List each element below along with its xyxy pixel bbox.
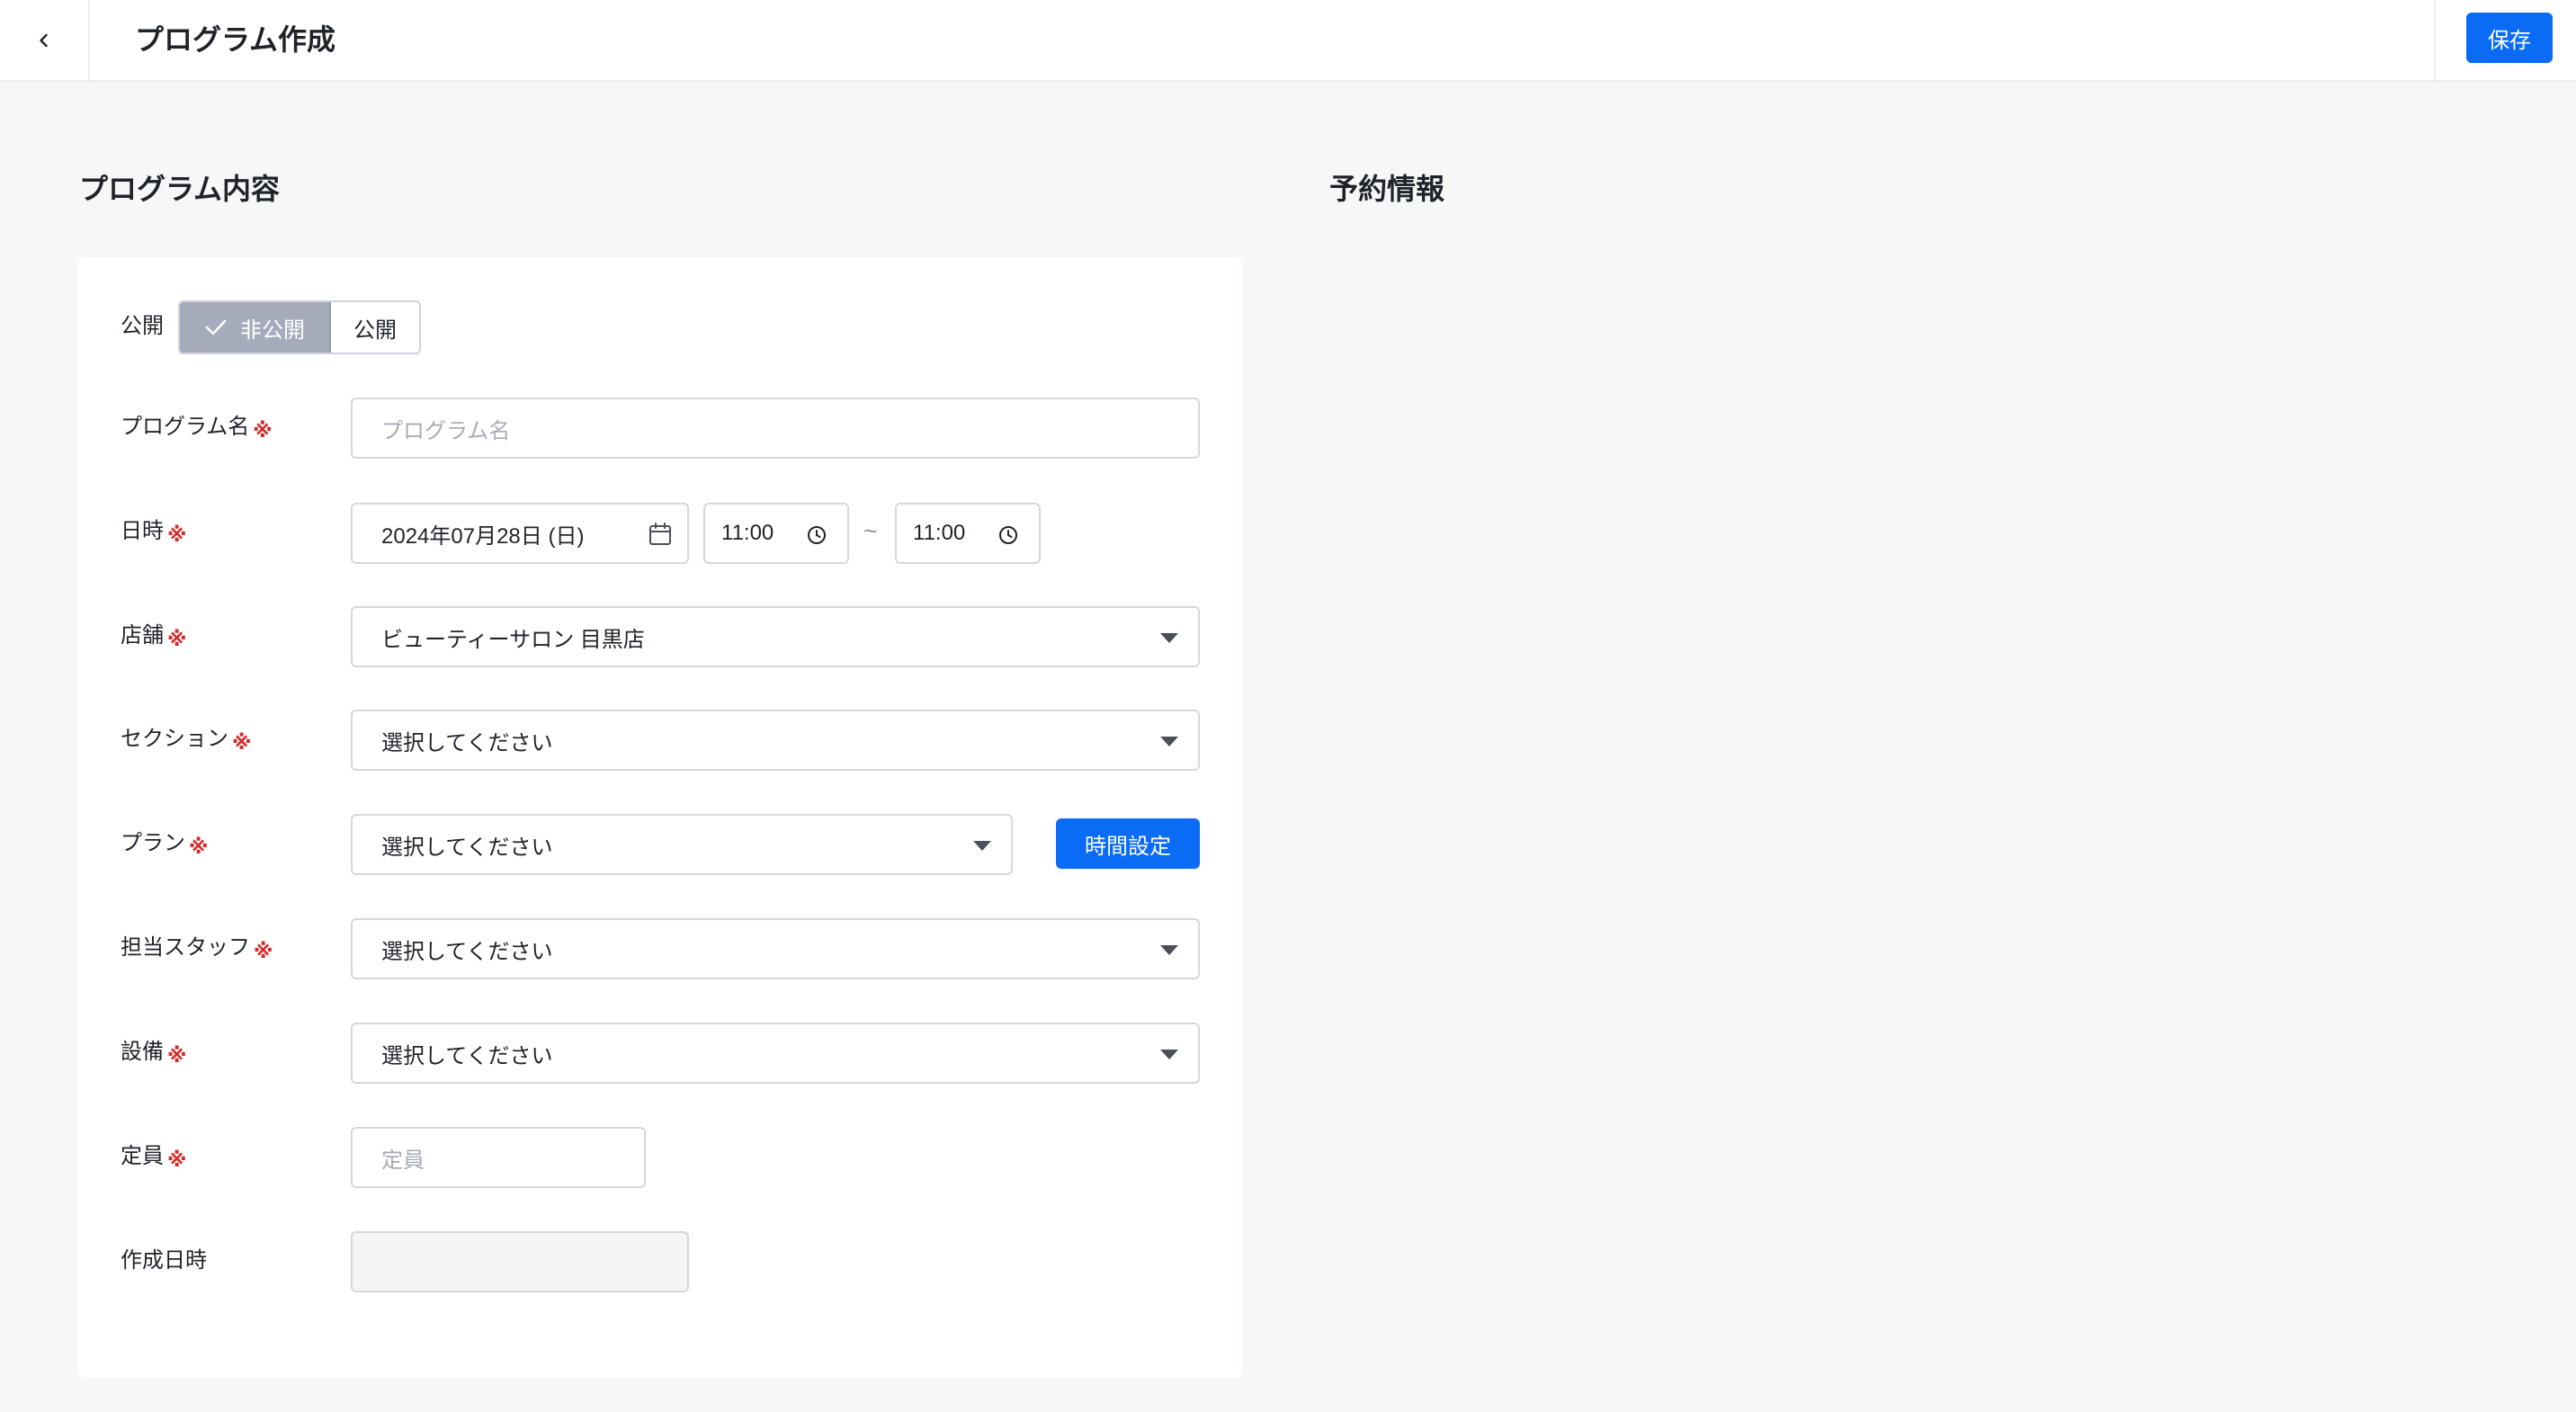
section-label: セクション ※ (121, 725, 251, 754)
capacity-placeholder: 定員 (381, 1148, 425, 1173)
store-select[interactable]: ビューティーサロン 目黒店 (351, 606, 1200, 667)
caret-down-icon (1160, 737, 1178, 746)
clock-icon (999, 526, 1017, 544)
capacity-label: 定員 ※ (121, 1142, 186, 1171)
created-at-label-text: 作成日時 (121, 1248, 207, 1273)
required-mark: ※ (167, 1148, 187, 1171)
staff-select[interactable]: 選択してください (351, 918, 1200, 979)
equipment-value: 選択してください (381, 1043, 553, 1068)
start-time-picker[interactable]: 11:00 (703, 503, 849, 564)
required-mark: ※ (167, 1044, 187, 1067)
page-title: プログラム作成 (135, 23, 336, 56)
save-button[interactable]: 保存 (2466, 13, 2553, 63)
created-at-field (351, 1231, 689, 1292)
visibility-option-public[interactable]: 公開 (331, 302, 419, 353)
plan-value: 選択してください (381, 835, 553, 860)
header-divider (2434, 0, 2436, 80)
back-button[interactable] (0, 0, 90, 80)
equipment-select[interactable]: 選択してください (351, 1023, 1200, 1084)
calendar-icon (649, 523, 671, 545)
datetime-label-text: 日時 (121, 519, 164, 543)
section-value: 選択してください (381, 730, 553, 755)
start-time-value: 11:00 (721, 521, 774, 545)
plan-label: プラン ※ (121, 829, 208, 858)
visibility-label-text: 公開 (121, 314, 164, 338)
store-value: ビューティーサロン 目黒店 (381, 627, 645, 652)
staff-label: 担当スタッフ ※ (121, 934, 273, 962)
plan-label-text: プラン (121, 831, 185, 855)
reservation-section-title: 予約情報 (1329, 173, 1445, 205)
check-icon (205, 319, 227, 335)
store-label-text: 店舗 (121, 623, 164, 648)
visibility-label: 公開 (121, 312, 164, 341)
caret-down-icon (1160, 633, 1178, 643)
program-name-placeholder: プログラム名 (381, 418, 511, 443)
visibility-option-private-label: 非公開 (240, 317, 305, 343)
program-name-label-text: プログラム名 (121, 415, 250, 439)
date-picker[interactable]: 2024年07月28日 (日) (351, 503, 689, 564)
capacity-label-text: 定員 (121, 1144, 164, 1168)
clock-icon (808, 526, 826, 544)
caret-down-icon (1160, 1050, 1178, 1059)
plan-select[interactable]: 選択してください (351, 814, 1013, 875)
visibility-option-public-label: 公開 (353, 317, 397, 343)
caret-down-icon (973, 841, 991, 851)
required-mark: ※ (232, 731, 252, 754)
top-bar: プログラム作成 保存 (0, 0, 2576, 82)
equipment-label: 設備 ※ (121, 1038, 186, 1067)
required-mark: ※ (253, 419, 273, 442)
equipment-label-text: 設備 (121, 1040, 164, 1064)
chevron-left-icon (40, 33, 48, 47)
end-time-picker[interactable]: 11:00 (895, 503, 1041, 564)
end-time-value: 11:00 (913, 521, 966, 545)
date-value: 2024年07月28日 (日) (381, 523, 585, 549)
staff-value: 選択してください (381, 939, 553, 964)
program-name-label: プログラム名 ※ (121, 413, 273, 442)
required-mark: ※ (167, 523, 187, 546)
time-range-separator: ~ (863, 517, 878, 544)
store-label: 店舗 ※ (121, 621, 186, 650)
caret-down-icon (1160, 945, 1178, 955)
capacity-input[interactable]: 定員 (351, 1127, 646, 1188)
created-at-label: 作成日時 (121, 1247, 207, 1275)
section-select[interactable]: 選択してください (351, 710, 1200, 771)
required-mark: ※ (254, 940, 273, 962)
section-label-text: セクション (121, 727, 228, 751)
datetime-label: 日時 ※ (121, 517, 186, 546)
time-setting-button[interactable]: 時間設定 (1056, 818, 1200, 869)
staff-label-text: 担当スタッフ (121, 935, 250, 960)
required-mark: ※ (167, 628, 187, 650)
required-mark: ※ (189, 836, 209, 858)
program-section-title: プログラム内容 (79, 173, 281, 205)
program-name-input[interactable]: プログラム名 (351, 398, 1200, 459)
visibility-toggle: 非公開 公開 (178, 300, 421, 354)
visibility-option-private[interactable]: 非公開 (180, 302, 331, 353)
